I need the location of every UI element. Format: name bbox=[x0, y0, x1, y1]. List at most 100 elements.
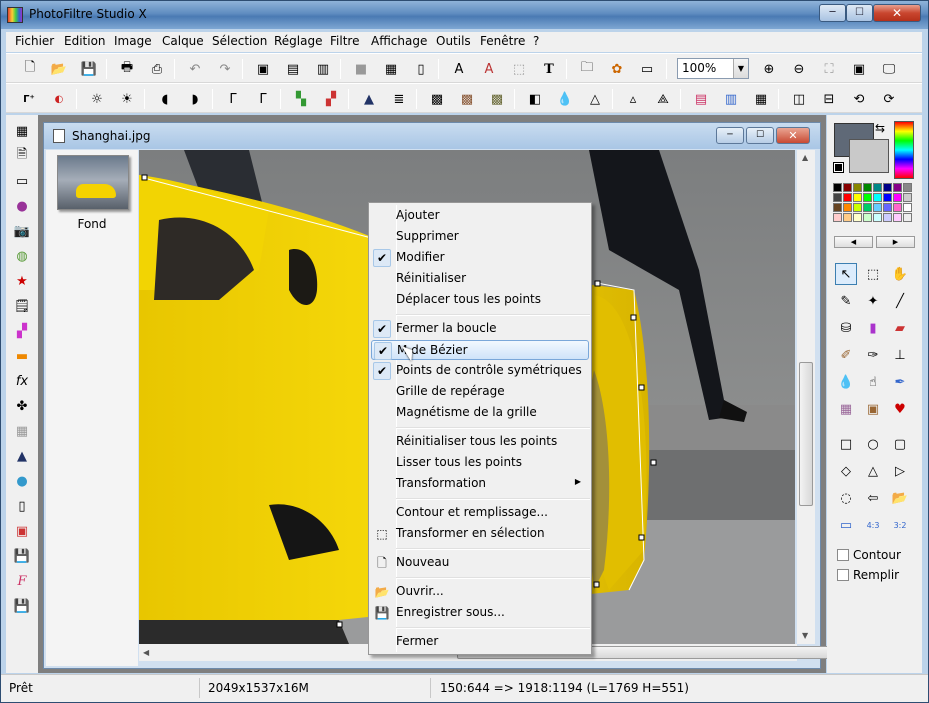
document-title-bar[interactable]: Shanghai.jpg ─ ☐ ✕ bbox=[44, 123, 820, 149]
layer-thumbnail[interactable] bbox=[57, 155, 129, 210]
undo-icon[interactable]: ↶ bbox=[184, 58, 206, 80]
ratio-3-2-icon[interactable]: 3:2 bbox=[889, 514, 911, 536]
colors-icon[interactable]: ▦ bbox=[380, 58, 402, 80]
menuitem-supprimer[interactable]: Supprimer bbox=[371, 227, 589, 247]
menu-reglage[interactable]: Réglage bbox=[274, 34, 323, 48]
doc-close-button[interactable]: ✕ bbox=[776, 127, 810, 144]
saturation-down-icon[interactable]: ▚ bbox=[290, 88, 312, 110]
contrast-up-icon[interactable]: ◗ bbox=[184, 88, 206, 110]
palette-swatch[interactable] bbox=[833, 183, 842, 192]
magic-wand-icon[interactable]: ✦ bbox=[862, 290, 884, 312]
image-size-icon[interactable]: ▤ bbox=[282, 58, 304, 80]
palette-swatch[interactable] bbox=[893, 203, 902, 212]
menuitem-enregistrer-sous[interactable]: 💾 Enregistrer sous... bbox=[371, 603, 589, 623]
vertical-scrollbar[interactable]: ▲ ▼ bbox=[797, 150, 815, 644]
menuitem-reinitialiser-tous-les-points[interactable]: Réinitialiser tous les points bbox=[371, 432, 589, 452]
spray-icon[interactable]: ▮ bbox=[862, 317, 884, 339]
chevron-down-icon[interactable]: ▼ bbox=[733, 59, 748, 78]
pattern-stamp-icon[interactable]: ▦ bbox=[835, 398, 857, 420]
strawberry-icon[interactable]: ♥ bbox=[889, 398, 911, 420]
diamond-shape-icon[interactable]: ◇ bbox=[835, 460, 857, 482]
rotate-right-icon[interactable]: ⟳ bbox=[878, 88, 900, 110]
palette-swatch[interactable] bbox=[873, 213, 882, 222]
monitor-icon[interactable]: ▭ bbox=[12, 171, 32, 191]
drop-icon[interactable]: △ bbox=[584, 88, 606, 110]
script-icon[interactable]: F bbox=[12, 571, 32, 591]
actual-size-icon[interactable]: ⛶ bbox=[818, 58, 840, 80]
palette-swatch[interactable] bbox=[903, 183, 912, 192]
gradient-tool-icon[interactable]: ▞ bbox=[12, 321, 32, 341]
palette-swatch[interactable] bbox=[853, 193, 862, 202]
flip-vertical-icon[interactable]: ⊟ bbox=[818, 88, 840, 110]
palette-swatch[interactable] bbox=[873, 183, 882, 192]
palette-swatch[interactable] bbox=[833, 193, 842, 202]
scanner-icon[interactable]: ⎙ bbox=[146, 58, 168, 80]
menu-outils[interactable]: Outils bbox=[436, 34, 471, 48]
save-2000-icon[interactable]: 💾 bbox=[12, 546, 32, 566]
palette-swatch[interactable] bbox=[863, 183, 872, 192]
title-bar[interactable]: PhotoFiltre Studio X ─ ☐ ✕ bbox=[1, 1, 928, 29]
menuitem-magnetisme-de-la-grille[interactable]: Magnétisme de la grille bbox=[371, 403, 589, 423]
palette-swatch[interactable] bbox=[893, 193, 902, 202]
palette-swatch[interactable] bbox=[883, 183, 892, 192]
zoom-select[interactable]: 100% ▼ bbox=[677, 58, 749, 79]
rotate-left-icon[interactable]: ⟲ bbox=[848, 88, 870, 110]
menuitem-nouveau[interactable]: 🗋 Nouveau bbox=[371, 553, 589, 573]
finger-icon[interactable]: ☝ bbox=[862, 371, 884, 393]
brush-icon[interactable]: ✐ bbox=[835, 344, 857, 366]
pattern-icon[interactable]: ✤ bbox=[12, 396, 32, 416]
palette-swatch[interactable] bbox=[843, 193, 852, 202]
sphere-icon[interactable]: ● bbox=[12, 196, 32, 216]
palette-swatch[interactable] bbox=[843, 183, 852, 192]
scroll-left-icon[interactable]: ◀ bbox=[143, 648, 149, 657]
color-spectrum[interactable] bbox=[894, 121, 914, 179]
selection-tool-icon[interactable]: ⬚ bbox=[862, 263, 884, 285]
palette-swatch[interactable] bbox=[893, 183, 902, 192]
image-icon[interactable]: ▣ bbox=[12, 521, 32, 541]
contour-checkbox[interactable] bbox=[837, 549, 849, 561]
palette-swatch[interactable] bbox=[883, 203, 892, 212]
pointer-tool-icon[interactable]: ↖ bbox=[835, 263, 857, 285]
curves-icon[interactable]: ≣ bbox=[388, 88, 410, 110]
pattern2-icon[interactable]: ▩ bbox=[456, 88, 478, 110]
auto-contrast-icon[interactable]: ◐ bbox=[48, 88, 70, 110]
menuitem-lisser-tous-les-points[interactable]: Lisser tous les points bbox=[371, 453, 589, 473]
camera-icon[interactable]: 📷 bbox=[12, 221, 32, 241]
play-shape-icon[interactable]: ▷ bbox=[889, 460, 911, 482]
function-icon[interactable]: fx bbox=[12, 371, 32, 391]
menu-affichage[interactable]: Affichage bbox=[371, 34, 427, 48]
sharpen-icon[interactable]: ◧ bbox=[524, 88, 546, 110]
menu-edition[interactable]: Edition bbox=[64, 34, 106, 48]
close-button[interactable]: ✕ bbox=[873, 4, 921, 22]
histogram-icon[interactable]: ▲ bbox=[12, 446, 32, 466]
note-icon[interactable]: 🗒 bbox=[12, 296, 32, 316]
swap-colors-icon[interactable]: ⇆ bbox=[875, 121, 885, 135]
fill-bucket-icon[interactable]: ⛁ bbox=[835, 317, 857, 339]
brightness-up-icon[interactable]: ☀ bbox=[116, 88, 138, 110]
palette-swatch[interactable] bbox=[853, 203, 862, 212]
menu-filtre[interactable]: Filtre bbox=[330, 34, 359, 48]
maximize-button[interactable]: ☐ bbox=[846, 4, 873, 22]
film-icon[interactable]: ▯ bbox=[410, 58, 432, 80]
rectangle-shape-icon[interactable]: □ bbox=[835, 433, 857, 455]
palette-swatch[interactable] bbox=[833, 213, 842, 222]
calculator-icon[interactable]: ▦ bbox=[12, 121, 32, 141]
redo-icon[interactable]: ↷ bbox=[214, 58, 236, 80]
globe-icon[interactable]: ◍ bbox=[12, 246, 32, 266]
blur-drop-icon[interactable]: 💧 bbox=[835, 371, 857, 393]
print-icon[interactable]: 🖶 bbox=[116, 58, 138, 80]
palette-prev-button[interactable]: ◀ bbox=[834, 236, 873, 248]
menuitem-modifier[interactable]: ✔ Modifier bbox=[371, 248, 589, 268]
star-icon[interactable]: ★ bbox=[12, 271, 32, 291]
palette-next-button[interactable]: ▶ bbox=[876, 236, 915, 248]
menuitem-deplacer-tous-les-points[interactable]: Déplacer tous les points bbox=[371, 290, 589, 310]
spike-icon[interactable]: ▵ bbox=[622, 88, 644, 110]
ellipse-shape-icon[interactable]: ○ bbox=[862, 433, 884, 455]
gamma-up-icon[interactable]: Γ bbox=[252, 88, 274, 110]
open-folder-icon[interactable]: 📂 bbox=[48, 58, 70, 80]
contrast-down-icon[interactable]: ◖ bbox=[154, 88, 176, 110]
stamp-icon[interactable]: ⊥ bbox=[889, 344, 911, 366]
eraser-icon[interactable]: ▰ bbox=[889, 317, 911, 339]
palette-swatch[interactable] bbox=[843, 203, 852, 212]
remplir-checkbox[interactable] bbox=[837, 569, 849, 581]
